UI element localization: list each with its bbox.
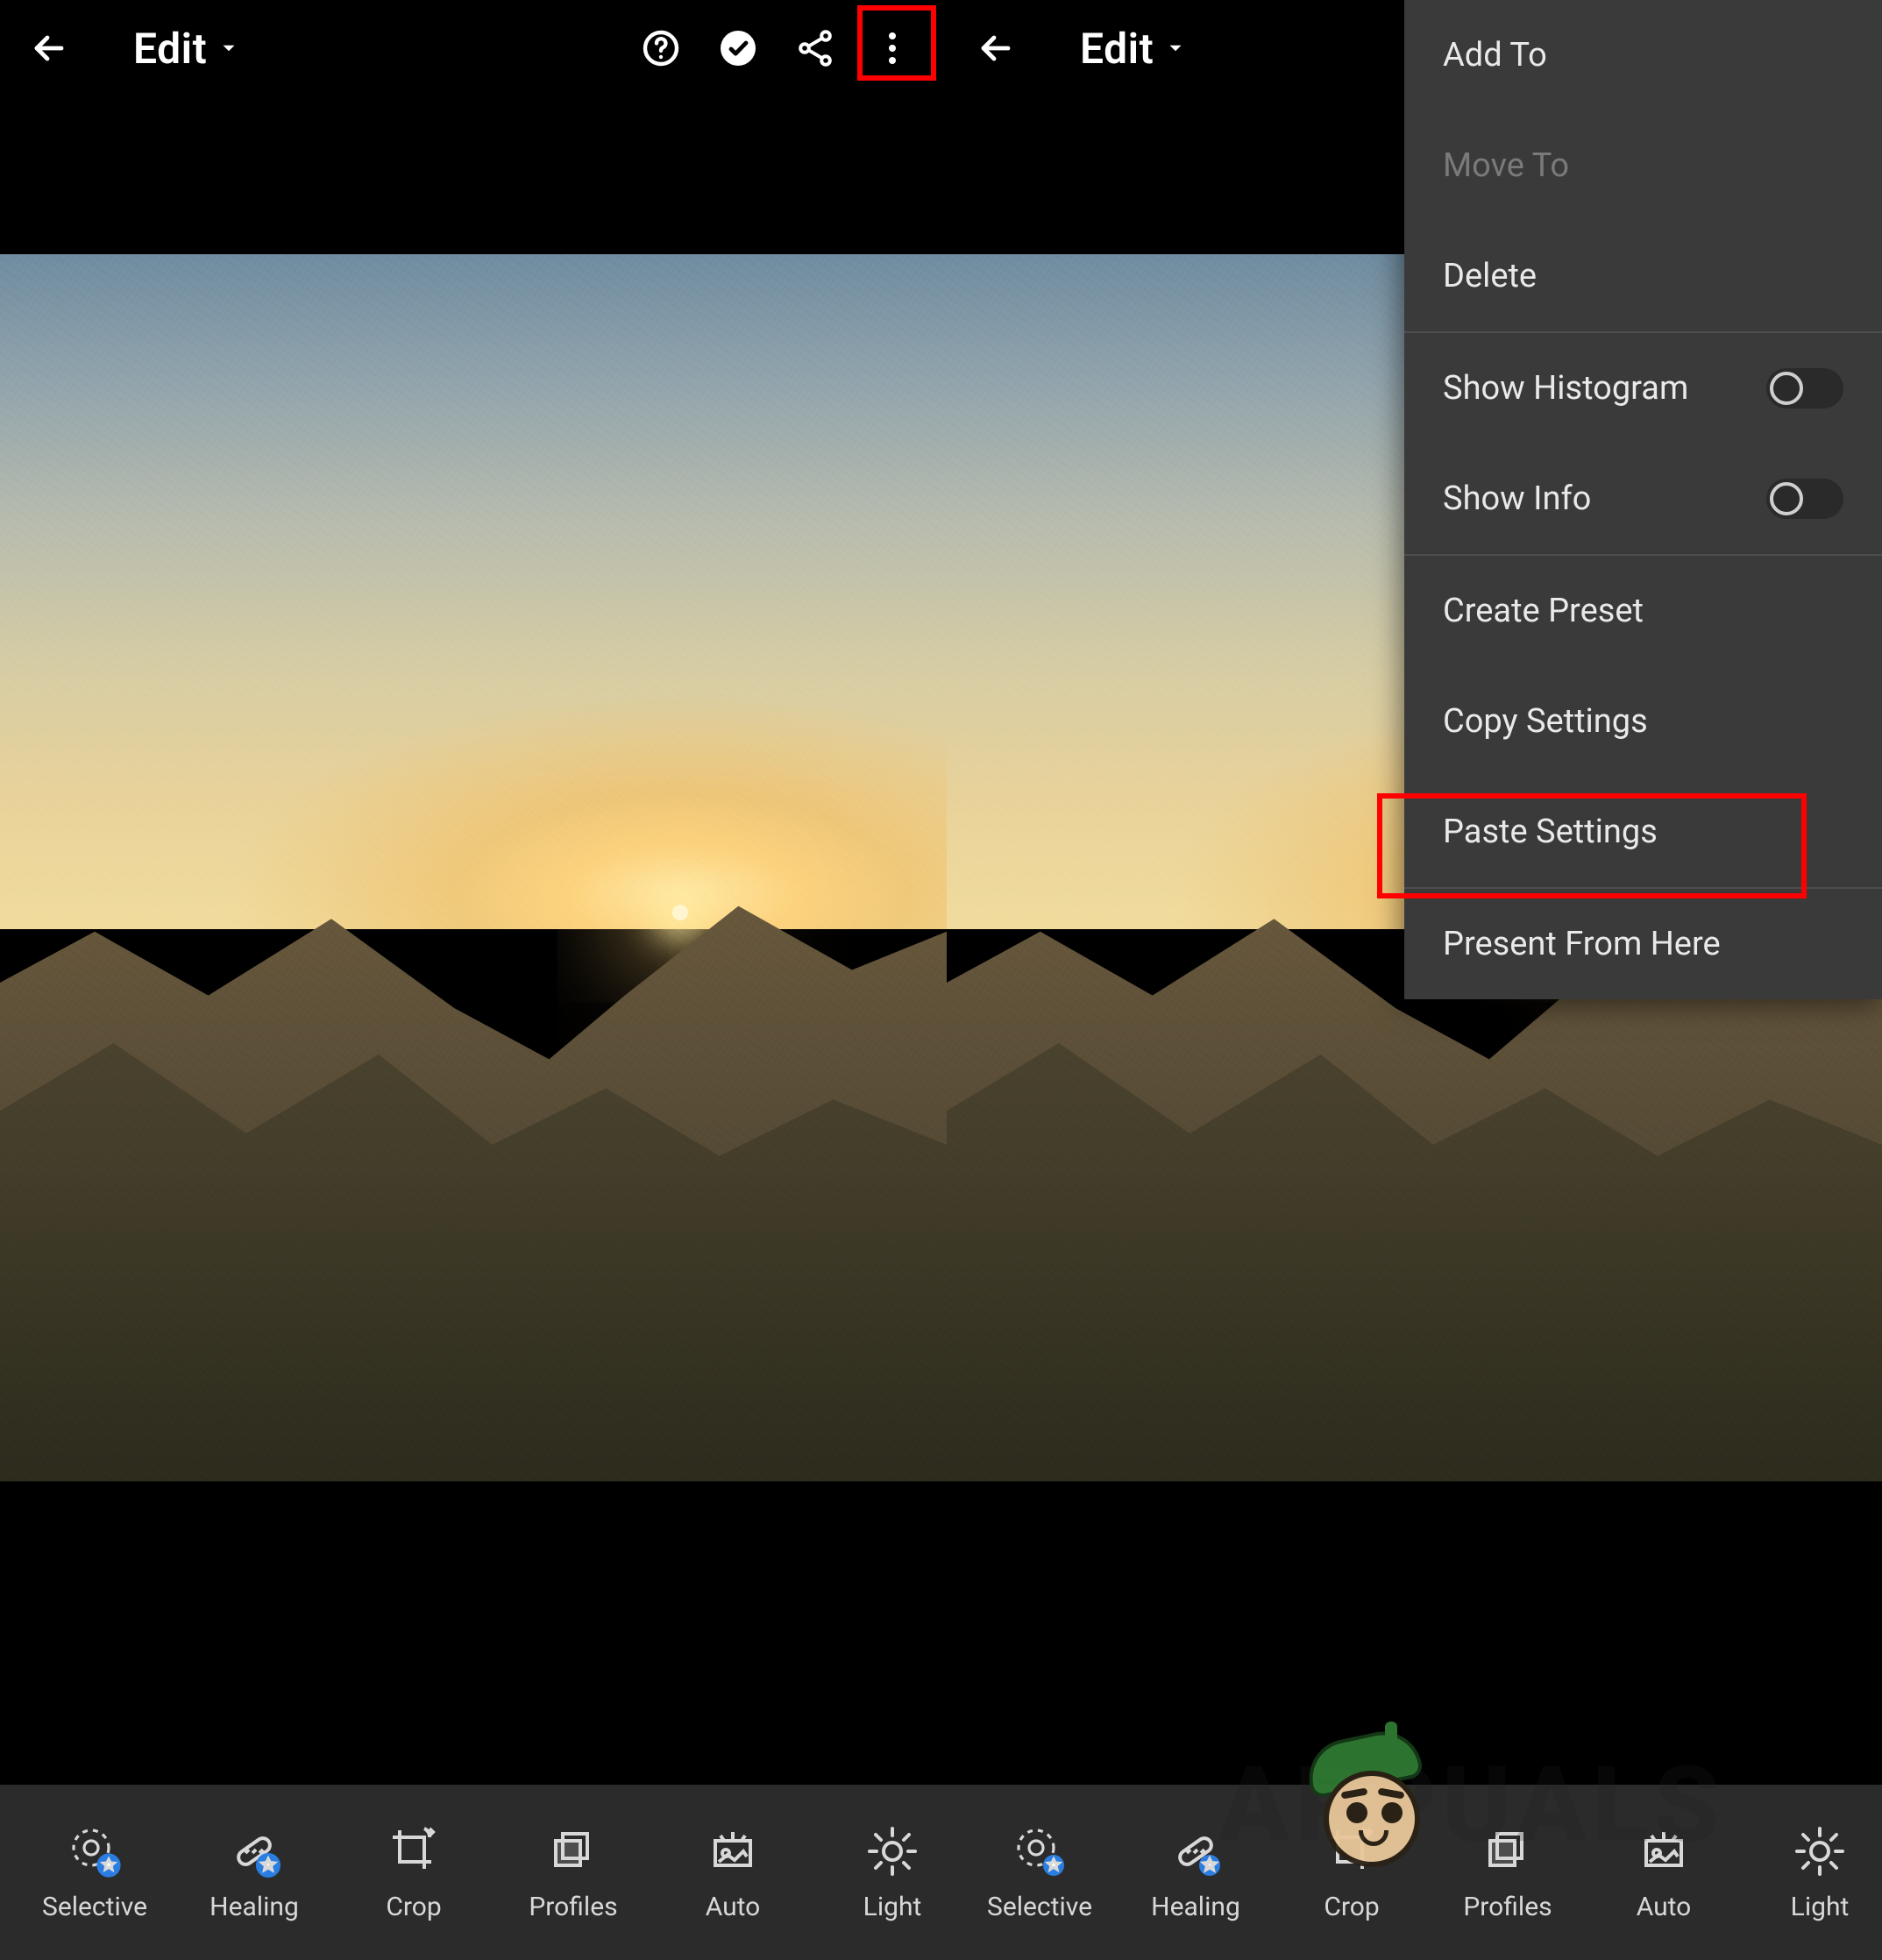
tool-light[interactable]: Light: [1744, 1785, 1882, 1960]
watermark-mascot: [1297, 1718, 1438, 1893]
tool-label: Profiles: [529, 1892, 617, 1922]
tool-label: Auto: [706, 1892, 761, 1922]
mode-label: Edit: [133, 24, 207, 74]
menu-item-add-to[interactable]: Add To: [1404, 0, 1882, 110]
menu-item-label: Paste Settings: [1443, 813, 1658, 851]
help-icon[interactable]: [636, 24, 685, 73]
overflow-menu: Add To Move To Delete Show Histogram Sho…: [1404, 0, 1882, 999]
back-icon[interactable]: [25, 24, 74, 73]
tool-selective[interactable]: Selective: [964, 1785, 1115, 1960]
composite-stage: Edit: [0, 0, 1882, 1960]
menu-item-show-info[interactable]: Show Info: [1404, 444, 1882, 554]
menu-item-label: Copy Settings: [1443, 702, 1648, 741]
menu-item-label: Add To: [1443, 36, 1547, 75]
tool-healing[interactable]: Healing: [1120, 1785, 1271, 1960]
photo: [0, 254, 947, 1481]
menu-item-label: Present From Here: [1443, 925, 1721, 963]
tool-label: Light: [863, 1892, 922, 1922]
menu-item-label: Show Info: [1443, 479, 1591, 518]
tool-auto[interactable]: Auto: [1588, 1785, 1739, 1960]
menu-item-create-preset[interactable]: Create Preset: [1404, 556, 1882, 666]
tool-profiles[interactable]: Profiles: [496, 1785, 650, 1960]
menu-item-show-histogram[interactable]: Show Histogram: [1404, 333, 1882, 444]
menu-item-delete[interactable]: Delete: [1404, 221, 1882, 331]
tool-auto[interactable]: Auto: [656, 1785, 810, 1960]
menu-item-label: Delete: [1443, 257, 1537, 295]
topbar: Edit: [0, 0, 947, 96]
tool-label: Profiles: [1463, 1892, 1552, 1922]
more-icon[interactable]: [868, 24, 917, 73]
mode-label: Edit: [1080, 24, 1154, 74]
tool-light[interactable]: Light: [815, 1785, 947, 1960]
share-icon[interactable]: [791, 24, 840, 73]
menu-item-present-from-here[interactable]: Present From Here: [1404, 889, 1882, 999]
menu-item-paste-settings[interactable]: Paste Settings: [1404, 777, 1882, 887]
tool-profiles[interactable]: Profiles: [1432, 1785, 1583, 1960]
toggle-histogram[interactable]: [1766, 368, 1843, 408]
menu-item-label: Show Histogram: [1443, 369, 1688, 408]
bottom-toolbar: Selective Healing Crop Profiles Auto Lig…: [0, 1785, 947, 1960]
back-icon[interactable]: [971, 24, 1020, 73]
tool-label: Crop: [386, 1892, 441, 1922]
menu-item-label: Move To: [1443, 146, 1569, 185]
menu-item-copy-settings[interactable]: Copy Settings: [1404, 666, 1882, 777]
toggle-info[interactable]: [1766, 479, 1843, 519]
menu-item-move-to: Move To: [1404, 110, 1882, 221]
tool-healing[interactable]: Healing: [177, 1785, 331, 1960]
chevron-down-icon: [217, 37, 240, 60]
tool-label: Selective: [42, 1892, 147, 1922]
screenshot-right: Edit Add To Move To Delete Show Histogra…: [947, 0, 1882, 1960]
tool-label: Light: [1791, 1892, 1850, 1922]
menu-item-label: Create Preset: [1443, 592, 1644, 630]
tool-label: Healing: [210, 1892, 299, 1922]
screenshot-left: Edit: [0, 0, 947, 1960]
tool-label: Crop: [1324, 1892, 1379, 1922]
mode-dropdown[interactable]: Edit: [133, 24, 240, 74]
cloud-sync-ok-icon[interactable]: [714, 24, 763, 73]
tool-selective[interactable]: Selective: [18, 1785, 172, 1960]
photo-canvas[interactable]: [0, 254, 947, 1481]
tool-crop[interactable]: Crop: [337, 1785, 491, 1960]
mode-dropdown[interactable]: Edit: [1080, 24, 1187, 74]
tool-label: Selective: [987, 1892, 1092, 1922]
tool-label: Healing: [1151, 1892, 1240, 1922]
chevron-down-icon: [1164, 37, 1187, 60]
tool-label: Auto: [1637, 1892, 1692, 1922]
